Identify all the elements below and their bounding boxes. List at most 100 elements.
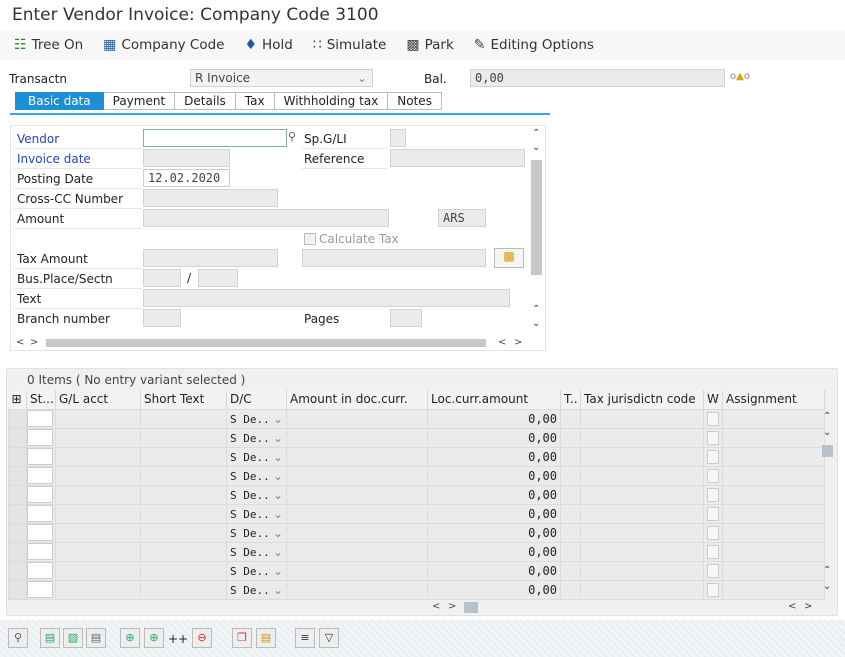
column-header[interactable]: Short Text <box>140 390 227 409</box>
assignment-cell[interactable] <box>722 446 825 467</box>
select-all-button[interactable]: ▤ <box>40 628 60 648</box>
scroll-left-icon[interactable]: < <box>498 337 506 348</box>
assignment-cell[interactable] <box>722 408 825 429</box>
vendor-input[interactable] <box>143 129 287 147</box>
column-header[interactable]: Loc.curr.amount <box>427 390 561 409</box>
scroll-left-icon[interactable]: < <box>788 601 796 612</box>
search-help-icon[interactable]: ⚲ <box>288 130 296 143</box>
tab-withholding-tax[interactable]: Withholding tax <box>274 92 389 110</box>
tab-tax[interactable]: Tax <box>235 92 275 110</box>
select-block-button[interactable]: ▧ <box>63 628 83 648</box>
deselect-all-button[interactable]: ▤ <box>86 628 106 648</box>
row-selector[interactable] <box>8 503 27 524</box>
scroll-up-icon[interactable]: ⌃ <box>823 565 831 576</box>
w-checkbox-cell[interactable] <box>703 522 723 543</box>
row-selector[interactable] <box>8 522 27 543</box>
assignment-cell[interactable] <box>722 522 825 543</box>
gl-acct-cell[interactable] <box>55 427 141 448</box>
w-checkbox-cell[interactable] <box>703 484 723 505</box>
status-cell[interactable] <box>26 579 56 600</box>
tax-jurisdiction-cell[interactable] <box>580 484 704 505</box>
dc-cell[interactable]: S De.. ⌄ <box>226 484 287 505</box>
assignment-cell[interactable] <box>722 465 825 486</box>
status-cell[interactable] <box>26 446 56 467</box>
row-selector[interactable] <box>8 465 27 486</box>
gl-acct-cell[interactable] <box>55 484 141 505</box>
column-header[interactable]: W <box>703 390 723 409</box>
append-multiple-button[interactable]: ++ <box>168 632 188 646</box>
row-selector[interactable] <box>8 408 27 429</box>
tax-code-cell[interactable] <box>560 541 581 562</box>
assignment-cell[interactable] <box>722 484 825 505</box>
status-cell[interactable] <box>26 503 56 524</box>
scroll-right-icon[interactable]: > <box>448 601 456 612</box>
simulate-button[interactable]: ∷ Simulate <box>313 37 387 53</box>
w-checkbox-cell[interactable] <box>703 427 723 448</box>
section-input[interactable] <box>198 269 238 287</box>
gl-acct-cell[interactable] <box>55 503 141 524</box>
status-cell[interactable] <box>26 484 56 505</box>
assignment-cell[interactable] <box>722 427 825 448</box>
column-header[interactable]: D/C <box>226 390 287 409</box>
delete-row-button[interactable]: ⊖ <box>192 628 212 648</box>
form-horizontal-scrollbar[interactable]: < > < > <box>14 337 529 349</box>
tab-payment[interactable]: Payment <box>103 92 176 110</box>
column-header[interactable]: St... <box>26 390 56 409</box>
table-vertical-scrollbar[interactable]: ⌃ ⌄ ⌃ ⌄ <box>820 409 836 599</box>
status-cell[interactable] <box>26 560 56 581</box>
amount-doc-cell[interactable] <box>286 408 428 429</box>
company-code-button[interactable]: ▦ Company Code <box>103 37 224 53</box>
editing-options-button[interactable]: ✎ Editing Options <box>474 37 594 53</box>
amount-doc-cell[interactable] <box>286 560 428 581</box>
amount-doc-cell[interactable] <box>286 427 428 448</box>
cross-cc-input[interactable] <box>143 189 278 207</box>
scroll-up-icon[interactable]: ⌃ <box>532 304 540 315</box>
tax-jurisdiction-cell[interactable] <box>580 579 704 600</box>
branch-input[interactable] <box>143 309 181 327</box>
tax-jurisdiction-cell[interactable] <box>580 408 704 429</box>
assignment-cell[interactable] <box>722 541 825 562</box>
assignment-cell[interactable] <box>722 503 825 524</box>
status-cell[interactable] <box>26 522 56 543</box>
scroll-thumb[interactable] <box>464 602 478 613</box>
bus-place-input[interactable] <box>143 269 181 287</box>
scroll-down-icon[interactable]: ⌄ <box>823 581 831 592</box>
hold-button[interactable]: ♦ Hold <box>244 37 292 53</box>
tab-details[interactable]: Details <box>175 92 236 110</box>
insert-row-button[interactable]: ⊕ <box>120 628 140 648</box>
dc-cell[interactable]: S De.. ⌄ <box>226 408 287 429</box>
text-input[interactable] <box>143 289 510 307</box>
scroll-thumb[interactable] <box>46 339 486 347</box>
tax-jurisdiction-cell[interactable] <box>580 465 704 486</box>
scroll-up-icon[interactable]: ⌃ <box>823 411 831 422</box>
amount-doc-cell[interactable] <box>286 541 428 562</box>
tax-jurisdiction-cell[interactable] <box>580 503 704 524</box>
gl-acct-cell[interactable] <box>55 446 141 467</box>
amount-doc-cell[interactable] <box>286 465 428 486</box>
currency-field[interactable]: ARS <box>438 209 486 227</box>
tree-on-button[interactable]: ☷ Tree On <box>14 37 83 53</box>
tax-code-cell[interactable] <box>560 446 581 467</box>
row-selector[interactable] <box>8 579 27 600</box>
short-text-cell[interactable] <box>140 541 227 562</box>
dc-cell[interactable]: S De.. ⌄ <box>226 579 287 600</box>
tax-jurisdiction-cell[interactable] <box>580 446 704 467</box>
scroll-down-icon[interactable]: ⌄ <box>532 318 540 329</box>
status-cell[interactable] <box>26 465 56 486</box>
short-text-cell[interactable] <box>140 446 227 467</box>
w-checkbox-cell[interactable] <box>703 465 723 486</box>
dc-cell[interactable]: S De.. ⌄ <box>226 541 287 562</box>
dc-cell[interactable]: S De.. ⌄ <box>226 446 287 467</box>
amount-input[interactable] <box>143 209 389 227</box>
tab-notes[interactable]: Notes <box>388 92 442 110</box>
sort-button[interactable]: ≡ <box>295 628 315 648</box>
column-header[interactable]: T.. <box>560 390 581 409</box>
dc-cell[interactable]: S De.. ⌄ <box>226 503 287 524</box>
reference-input[interactable] <box>390 149 525 167</box>
tax-jurisdiction-cell[interactable] <box>580 427 704 448</box>
tax-code-cell[interactable] <box>560 465 581 486</box>
tax-code-cell[interactable] <box>560 503 581 524</box>
dc-cell[interactable]: S De.. ⌄ <box>226 427 287 448</box>
w-checkbox-cell[interactable] <box>703 503 723 524</box>
short-text-cell[interactable] <box>140 560 227 581</box>
